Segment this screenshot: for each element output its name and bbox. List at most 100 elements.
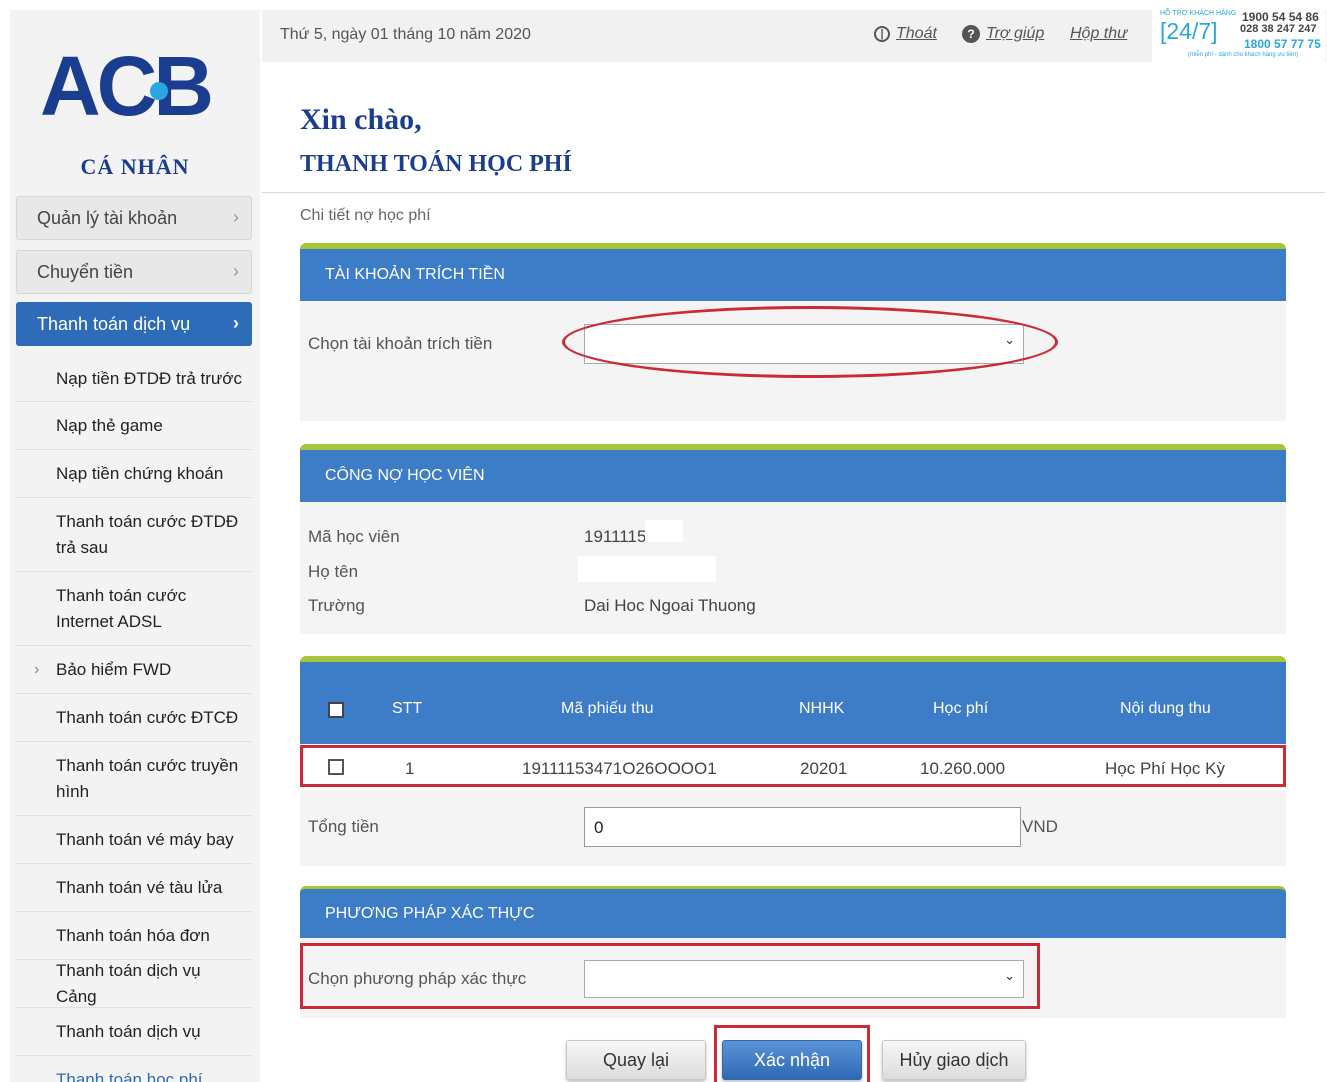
auth-method-panel: Chọn phương pháp xác thực ⌄: [300, 938, 1286, 1018]
auth-method-header: PHƯƠNG PHÁP XÁC THỰC: [300, 886, 1286, 938]
submenu-item-label: Thanh toán cước Internet ADSL: [56, 585, 187, 631]
submenu-item-label: Bảo hiểm FWD: [56, 659, 172, 679]
submenu-item-tuition[interactable]: Thanh toán học phí: [16, 1056, 252, 1082]
submenu-item-port-service[interactable]: Thanh toán dịch vụ Cảng: [16, 960, 252, 1008]
submenu-item-invoice[interactable]: Thanh toán hóa đơn: [16, 912, 252, 960]
debit-account-select[interactable]: ⌄: [584, 324, 1024, 364]
panel-heading: PHƯƠNG PHÁP XÁC THỰC: [325, 904, 535, 922]
acb-logo[interactable]: ACB: [40, 40, 230, 132]
cell-stt: 1: [405, 759, 415, 778]
help-link[interactable]: ? Trợ giúp: [962, 25, 1044, 43]
column-header-term: NHHK: [799, 700, 845, 717]
button-label: Hủy giao dịch: [899, 1049, 1009, 1070]
auth-method-select[interactable]: ⌄: [584, 960, 1024, 998]
hotline-note: (miễn phí - dành cho khách hàng ưu tiên): [1188, 52, 1299, 58]
submenu-item-train-ticket[interactable]: Thanh toán vé tàu lửa: [16, 864, 252, 912]
chevron-down-icon: ⌄: [1004, 332, 1015, 347]
button-label: Xác nhận: [753, 1049, 831, 1070]
submenu-item-securities-topup[interactable]: Nạp tiền chứng khoán: [16, 450, 252, 498]
sidebar-item-transfer[interactable]: Chuyển tiền ›: [16, 250, 252, 294]
row-checkbox[interactable]: [328, 759, 344, 775]
fee-table-header: STT Mã phiếu thu NHHK Học phí Nội dung t…: [300, 656, 1286, 744]
logo-dot: [150, 82, 168, 100]
help-icon: ?: [962, 25, 980, 43]
submenu-item-label: Thanh toán cước truyền hình: [56, 755, 239, 801]
divider: [262, 192, 1325, 193]
cell-fee: 10.260.000: [920, 759, 1006, 778]
submenu-item-label: Thanh toán hóa đơn: [56, 925, 210, 945]
panel-heading: CÔNG NỢ HỌC VIÊN: [325, 467, 485, 484]
column-header-fee: Học phí: [933, 700, 989, 717]
currency-unit: VND: [1022, 817, 1058, 836]
cell-content: Học Phí Học Kỳ: [1105, 759, 1225, 778]
column-header-content: Nội dung thu: [1120, 700, 1211, 717]
hotline-badge: [24/7]: [1160, 18, 1218, 44]
power-icon: |: [874, 26, 890, 42]
cell-term: 20201: [800, 759, 848, 778]
select-all-checkbox[interactable]: [328, 702, 344, 718]
logo-text: ACB: [40, 39, 214, 133]
total-amount-field[interactable]: 0: [584, 807, 1021, 847]
cell-receipt-code: 19111153471O26OOOO1: [522, 759, 717, 778]
submenu-item-flight-ticket[interactable]: Thanh toán vé máy bay: [16, 816, 252, 864]
confirm-button[interactable]: Xác nhận: [722, 1040, 862, 1080]
submenu-item-label: Thanh toán vé tàu lửa: [56, 877, 223, 897]
sidebar-item-service-payment[interactable]: Thanh toán dịch vụ ›: [16, 302, 252, 346]
debit-account-header: TÀI KHOẢN TRÍCH TIỀN: [300, 243, 1286, 301]
chevron-right-icon: ›: [233, 261, 239, 281]
submenu-item-internet-adsl[interactable]: Thanh toán cước Internet ADSL: [16, 572, 252, 646]
back-button[interactable]: Quay lại: [566, 1040, 706, 1080]
chevron-right-icon: ›: [233, 313, 239, 333]
sidebar-item-account-management[interactable]: Quản lý tài khoản ›: [16, 196, 252, 240]
student-debt-header: CÔNG NỢ HỌC VIÊN: [300, 444, 1286, 502]
page-title: THANH TOÁN HỌC PHÍ: [300, 151, 572, 177]
submenu-item-prepaid-topup[interactable]: Nạp tiền ĐTDĐ trả trước: [16, 356, 252, 402]
submenu-item-label: Thanh toán cước ĐTCĐ: [56, 707, 239, 727]
submenu-item-postpaid-mobile[interactable]: Thanh toán cước ĐTDĐ trả sau: [16, 498, 252, 572]
submenu-item-label: Nạp tiền chứng khoán: [56, 463, 224, 483]
student-id-value: 1911115: [584, 527, 647, 546]
submenu-item-game-card[interactable]: Nạp thẻ game: [16, 402, 252, 450]
help-label: Trợ giúp: [986, 25, 1045, 42]
sidebar-item-label: Chuyển tiền: [37, 261, 134, 282]
current-date: Thứ 5, ngày 01 tháng 10 năm 2020: [280, 26, 531, 43]
name-label: Họ tên: [308, 562, 359, 581]
panel-heading: TÀI KHOẢN TRÍCH TIỀN: [325, 266, 505, 283]
chevron-right-icon: ›: [34, 660, 40, 678]
debit-account-label: Chọn tài khoản trích tiền: [308, 334, 493, 353]
submenu-item-label: Thanh toán học phí: [56, 1070, 203, 1082]
submenu-item-label: Nạp thẻ game: [56, 415, 163, 435]
chevron-down-icon: ⌄: [1004, 968, 1015, 983]
redaction-mask: [578, 556, 716, 582]
submenu-item-label: Thanh toán vé máy bay: [56, 829, 234, 849]
column-header-stt: STT: [392, 700, 423, 717]
redaction-mask: [645, 520, 683, 542]
debit-account-panel: Chọn tài khoản trích tiền ⌄: [300, 301, 1286, 421]
student-debt-panel: Mã học viên 1911115 Họ tên Trường Dai Ho…: [300, 502, 1286, 634]
sidebar-item-label: Thanh toán dịch vụ: [37, 313, 191, 334]
school-value: Dai Hoc Ngoai Thuong: [584, 596, 756, 615]
service-submenu: Nạp tiền ĐTDĐ trả trước Nạp thẻ game Nạp…: [16, 356, 252, 1082]
submenu-item-tv[interactable]: Thanh toán cước truyền hình: [16, 742, 252, 816]
sidebar: ACB CÁ NHÂN Quản lý tài khoản › Chuyển t…: [10, 10, 260, 1082]
column-header-receipt-code: Mã phiếu thu: [561, 700, 654, 717]
submenu-item-label: Thanh toán dịch vụ Cảng: [56, 960, 201, 1006]
breadcrumb: Chi tiết nợ học phí: [300, 207, 431, 224]
submenu-item-service[interactable]: Thanh toán dịch vụ: [16, 1008, 252, 1056]
table-row[interactable]: 1 19111153471O26OOOO1 20201 10.260.000 H…: [300, 745, 1286, 787]
logout-link[interactable]: | Thoát: [874, 25, 937, 43]
inbox-label: Hộp thư: [1070, 25, 1128, 42]
hotline-number: 028 38 247 247: [1240, 23, 1317, 35]
inbox-link[interactable]: Hộp thư: [1070, 25, 1127, 43]
chevron-right-icon: ›: [233, 207, 239, 227]
total-panel: Tổng tiền 0 VND: [300, 790, 1286, 866]
sidebar-item-label: Quản lý tài khoản: [37, 207, 178, 228]
submenu-item-fwd-insurance[interactable]: › Bảo hiểm FWD: [16, 646, 252, 694]
submenu-item-landline[interactable]: Thanh toán cước ĐTCĐ: [16, 694, 252, 742]
logout-label: Thoát: [896, 25, 937, 42]
button-label: Quay lại: [602, 1049, 670, 1070]
top-bar: Thứ 5, ngày 01 tháng 10 năm 2020 | Thoát…: [262, 8, 1327, 64]
cancel-transaction-button[interactable]: Hủy giao dịch: [882, 1040, 1026, 1080]
hotline-banner: HỖ TRỢ KHÁCH HÀNG [24/7] 1900 54 54 86 0…: [1152, 8, 1326, 64]
submenu-item-label: Nạp tiền ĐTDĐ trả trước: [56, 368, 242, 388]
